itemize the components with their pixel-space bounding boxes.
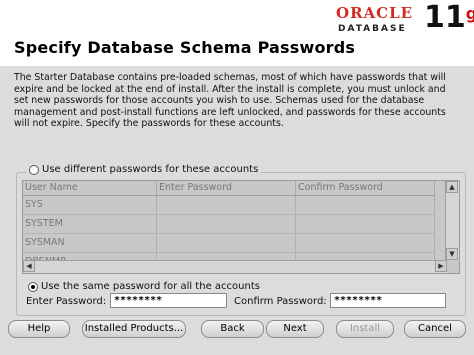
next-button[interactable]: Next bbox=[266, 320, 324, 338]
user-name-cell: SYSTEM bbox=[23, 215, 157, 233]
confirm-password-label: Confirm Password: bbox=[234, 296, 327, 307]
back-button[interactable]: Back bbox=[201, 320, 264, 338]
scroll-up-arrow-icon[interactable]: ▲ bbox=[446, 181, 458, 193]
version-suffix: g bbox=[465, 4, 474, 23]
user-name-cell: SYS bbox=[23, 196, 157, 214]
table-row: SYSTEM bbox=[23, 215, 435, 234]
column-header-confirm-password: Confirm Password bbox=[296, 181, 435, 195]
confirm-password-input[interactable]: ******** bbox=[330, 293, 446, 308]
table-row: SYSMAN bbox=[23, 234, 435, 253]
table-vertical-scrollbar[interactable]: ▲ ▼ bbox=[445, 181, 459, 260]
table-row: SYS bbox=[23, 196, 435, 215]
confirm-password-cell bbox=[296, 215, 435, 233]
scroll-down-arrow-icon[interactable]: ▼ bbox=[446, 248, 458, 260]
same-password-radio[interactable] bbox=[28, 281, 38, 292]
scroll-right-arrow-icon[interactable]: ▶ bbox=[435, 260, 447, 272]
column-header-user-name: User Name bbox=[23, 181, 157, 195]
oracle-wordmark: ORACLE bbox=[336, 4, 414, 22]
page-title: Specify Database Schema Passwords bbox=[14, 38, 356, 57]
version-number: 11 bbox=[424, 0, 466, 35]
oracle-database-11g-logo: ORACLE DATABASE 11g bbox=[336, 0, 474, 38]
database-wordmark: DATABASE bbox=[338, 24, 407, 34]
different-passwords-label: Use different passwords for these accoun… bbox=[42, 164, 259, 175]
page-description: The Starter Database contains pre-loaded… bbox=[14, 72, 446, 129]
installed-products-button[interactable]: Installed Products... bbox=[82, 320, 186, 338]
same-password-option[interactable]: Use the same password for all the accoun… bbox=[28, 281, 260, 292]
different-passwords-radio[interactable] bbox=[29, 164, 39, 175]
table-header: User Name Enter Password Confirm Passwor… bbox=[23, 181, 435, 196]
table-horizontal-scrollbar[interactable]: ◀ ▶ bbox=[23, 260, 447, 273]
enter-password-label: Enter Password: bbox=[26, 296, 107, 307]
column-header-enter-password: Enter Password bbox=[157, 181, 296, 195]
confirm-password-cell bbox=[296, 196, 435, 214]
enter-password-input[interactable]: ******** bbox=[110, 293, 227, 308]
same-password-label: Use the same password for all the accoun… bbox=[41, 281, 260, 292]
accounts-table: User Name Enter Password Confirm Passwor… bbox=[22, 180, 460, 274]
enter-password-cell bbox=[157, 234, 296, 252]
different-passwords-option[interactable]: Use different passwords for these accoun… bbox=[26, 164, 262, 175]
user-name-cell: SYSMAN bbox=[23, 234, 157, 252]
enter-password-cell bbox=[157, 215, 296, 233]
version-mark: 11g bbox=[424, 0, 474, 35]
confirm-password-cell bbox=[296, 234, 435, 252]
install-button[interactable]: Install bbox=[336, 320, 394, 338]
cancel-button[interactable]: Cancel bbox=[404, 320, 466, 338]
scroll-left-arrow-icon[interactable]: ◀ bbox=[23, 260, 35, 272]
help-button[interactable]: Help bbox=[8, 320, 70, 338]
enter-password-cell bbox=[157, 196, 296, 214]
